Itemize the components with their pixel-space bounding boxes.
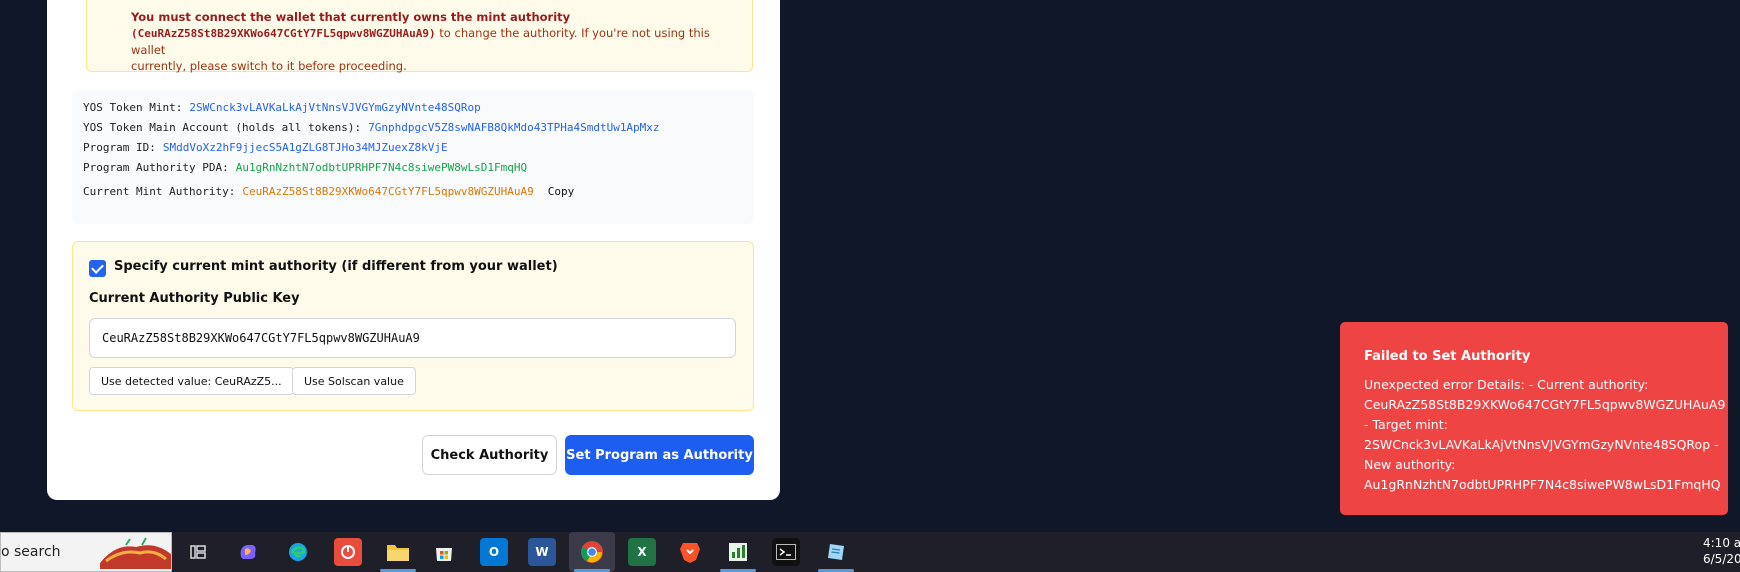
authority-card: You must connect the wallet that current… [47,0,780,500]
pda-row: Program Authority PDA: Au1gRnNzhtN7odbtUP… [83,161,527,174]
authority-public-key-input[interactable] [89,318,736,358]
copy-button[interactable]: Copy [548,185,575,198]
use-solscan-value-button[interactable]: Use Solscan value [292,367,416,395]
outlook-icon[interactable]: O [480,538,508,566]
taskbar: o search O W X 4:10 a 6/5/20 [0,532,1740,572]
brave-browser-icon[interactable] [676,538,704,566]
program-id-value: SMddVoXz2hF9jjecS5A1gZLG8TJHo34MJZuexZ8k… [162,141,448,154]
taskbar-search[interactable]: o search [0,532,172,572]
info-panel: YOS Token Mint: 2SWCnck3vLAVKaLkAjVtNnsVJ… [72,90,754,224]
main-account-value: 7GnphdpgcV5Z8swNAFB8QkMdo43TPHa4SmdtUw1A… [368,121,660,134]
token-mint-value: 2SWCnck3vLAVKaLkAjVtNnsVJVGYmGzyNVnte48S… [189,101,481,114]
warning-text: You must connect the wallet that current… [131,9,741,74]
token-mint-label: YOS Token Mint: [83,101,183,114]
clock-time: 4:10 an [1703,536,1740,550]
current-authority-row: Current Mint Authority: CeuRAzZ58St8B29XK… [83,185,574,198]
specify-authority-checkbox[interactable] [89,260,106,277]
warning-rest-2: currently, please switch to it before pr… [131,59,407,73]
current-authority-value: CeuRAzZ58St8B29XKWo647CGtY7FL5qpwv8WGZUH… [242,185,534,198]
authority-field-label: Current Authority Public Key [89,291,300,306]
warning-strong: You must connect the wallet that current… [131,10,571,24]
pda-value: Au1gRnNzhtN7odbtUPRHPF7N4c8siwePW8wLsD1F… [235,161,528,174]
edge-browser-icon[interactable] [284,538,312,566]
excel-icon[interactable]: X [628,538,656,566]
specify-authority-label[interactable]: Specify current mint authority (if diffe… [114,259,558,274]
toast-body: Unexpected error Details: - Current auth… [1364,377,1726,492]
terminal-icon[interactable] [772,538,800,566]
error-toast[interactable]: Failed to Set Authority Unexpected error… [1340,322,1728,515]
main-account-label: YOS Token Main Account (holds all tokens… [83,121,362,134]
power-app-icon[interactable] [334,538,362,566]
copilot-icon[interactable] [234,538,262,566]
current-authority-label: Current Mint Authority: [83,185,236,198]
pda-label: Program Authority PDA: [83,161,229,174]
check-authority-button[interactable]: Check Authority [422,435,557,475]
notepad-app-icon[interactable] [822,538,850,566]
taskbar-clock[interactable]: 4:10 an 6/5/20 [1703,535,1740,567]
clock-date: 6/5/20 [1703,552,1740,566]
taskbar-search-text: o search [1,544,61,560]
warning-box: You must connect the wallet that current… [86,0,753,74]
toast-title: Failed to Set Authority [1364,349,1531,364]
warning-address: (CeuRAzZ58St8B29XKWo647CGtY7FL5qpwv8WGZU… [131,27,436,40]
token-mint-row: YOS Token Mint: 2SWCnck3vLAVKaLkAjVtNnsVJ… [83,101,481,114]
program-id-row: Program ID: SMddVoXz2hF9jjecS5A1gZLG8TJHo… [83,141,448,154]
task-view-icon[interactable] [184,538,212,566]
word-icon[interactable]: W [528,538,556,566]
chart-app-icon[interactable] [724,538,752,566]
main-account-row: YOS Token Main Account (holds all tokens… [83,121,660,134]
chrome-icon[interactable] [578,538,606,566]
authority-form: Specify current mint authority (if diffe… [72,241,754,411]
use-detected-value-button[interactable]: Use detected value: CeuRAzZ5... [89,367,294,395]
set-program-authority-button[interactable]: Set Program as Authority [565,435,754,475]
file-explorer-icon[interactable] [384,538,412,566]
program-id-label: Program ID: [83,141,156,154]
store-icon[interactable] [430,538,458,566]
search-highlight-icon [100,537,171,569]
